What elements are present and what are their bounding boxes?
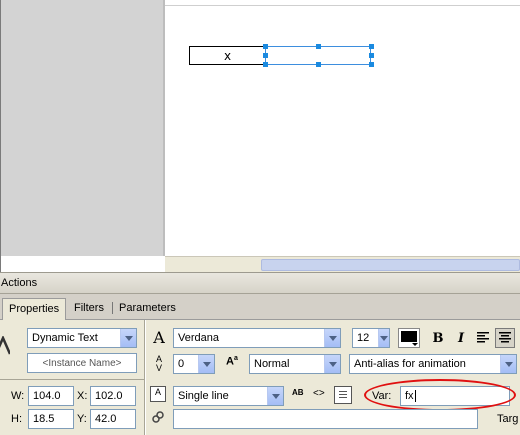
line-type-select[interactable]: Single line [173,386,284,406]
actions-title: Actions [1,277,38,289]
resize-handle[interactable] [263,44,268,49]
resize-handle[interactable] [316,62,321,67]
panel-tabs: Properties Filters Parameters [0,294,520,321]
x-label: X: [77,390,88,402]
resize-handle[interactable] [369,62,374,67]
y-label: Y: [77,413,87,425]
tab-filters[interactable]: Filters [68,298,110,320]
bold-button[interactable]: B [430,328,446,348]
height-label: H: [11,413,22,425]
character-position-icon: Aa [226,355,238,368]
x-value: 102.0 [95,390,123,402]
letter-spacing-value: 0 [178,358,185,370]
height-input[interactable]: 18.5 [28,409,74,429]
tab-properties[interactable]: Properties [2,298,67,321]
character-position-value: Normal [254,358,290,370]
panel-divider-highlight [145,320,146,435]
chevron-down-icon[interactable] [500,355,516,373]
chevron-down-icon[interactable] [324,329,340,347]
stage-canvas[interactable] [165,5,520,256]
chevron-down-icon[interactable] [267,387,283,405]
chevron-down-icon[interactable] [378,329,389,347]
font-family-select[interactable]: Verdana [173,328,341,348]
pasteboard [0,0,165,256]
actions-panel-header[interactable]: Actions [0,272,520,294]
chevron-down-icon[interactable] [120,329,136,347]
font-size-value: 12 [357,332,370,344]
color-picker-arrow-icon [412,343,418,346]
font-icon: A [153,327,165,347]
resize-handle[interactable] [316,44,321,49]
chevron-down-icon[interactable] [324,355,340,373]
url-link-input[interactable] [173,409,478,429]
scrollbar-thumb[interactable] [261,259,520,271]
text-color-button[interactable] [398,328,420,348]
tab-parameters[interactable]: Parameters [113,298,182,320]
render-html-icon[interactable]: <> [313,388,329,404]
italic-button[interactable]: I [453,328,469,348]
horizontal-scrollbar[interactable] [165,256,520,272]
line-type-value: Single line [178,390,229,402]
text-field-x[interactable]: x [189,46,266,65]
resize-handle[interactable] [263,53,268,58]
resize-handle[interactable] [369,44,374,49]
resize-handle[interactable] [263,62,268,67]
instance-name-input[interactable]: <Instance Name> [27,353,137,373]
target-label: Targ [497,413,519,425]
anti-alias-select[interactable]: Anti-alias for animation [349,354,517,374]
text-type-value: Dynamic Text [32,332,98,344]
character-position-select[interactable]: Normal [249,354,341,374]
width-label: W: [11,390,25,402]
letter-spacing-icon: AV [155,354,162,373]
letter-spacing-select[interactable]: 0 [173,354,215,374]
anti-alias-value: Anti-alias for animation [354,358,466,370]
text-type-select[interactable]: Dynamic Text [27,328,137,348]
resize-handle[interactable] [369,53,374,58]
x-input[interactable]: 102.0 [90,386,136,406]
width-input[interactable]: 104.0 [28,386,74,406]
width-value: 104.0 [33,390,61,402]
height-value: 18.5 [33,413,55,425]
y-input[interactable]: 42.0 [90,409,136,429]
link-icon[interactable] [150,409,166,425]
chevron-down-icon[interactable] [198,355,214,373]
font-size-select[interactable]: 12 [352,328,390,348]
selectable-text-icon[interactable]: AB [292,388,308,404]
y-value: 42.0 [95,413,117,425]
instance-name-placeholder: <Instance Name> [42,357,122,369]
font-family-value: Verdana [178,332,219,344]
highlight-ellipse [364,379,516,411]
text-color-swatch [401,331,417,342]
align-left-icon[interactable] [475,330,491,346]
panel-divider-horizontal [0,379,144,380]
text-tool-icon [0,336,10,356]
line-type-icon: A [150,386,166,402]
align-center-icon[interactable] [495,328,515,348]
show-border-icon[interactable] [334,386,352,404]
